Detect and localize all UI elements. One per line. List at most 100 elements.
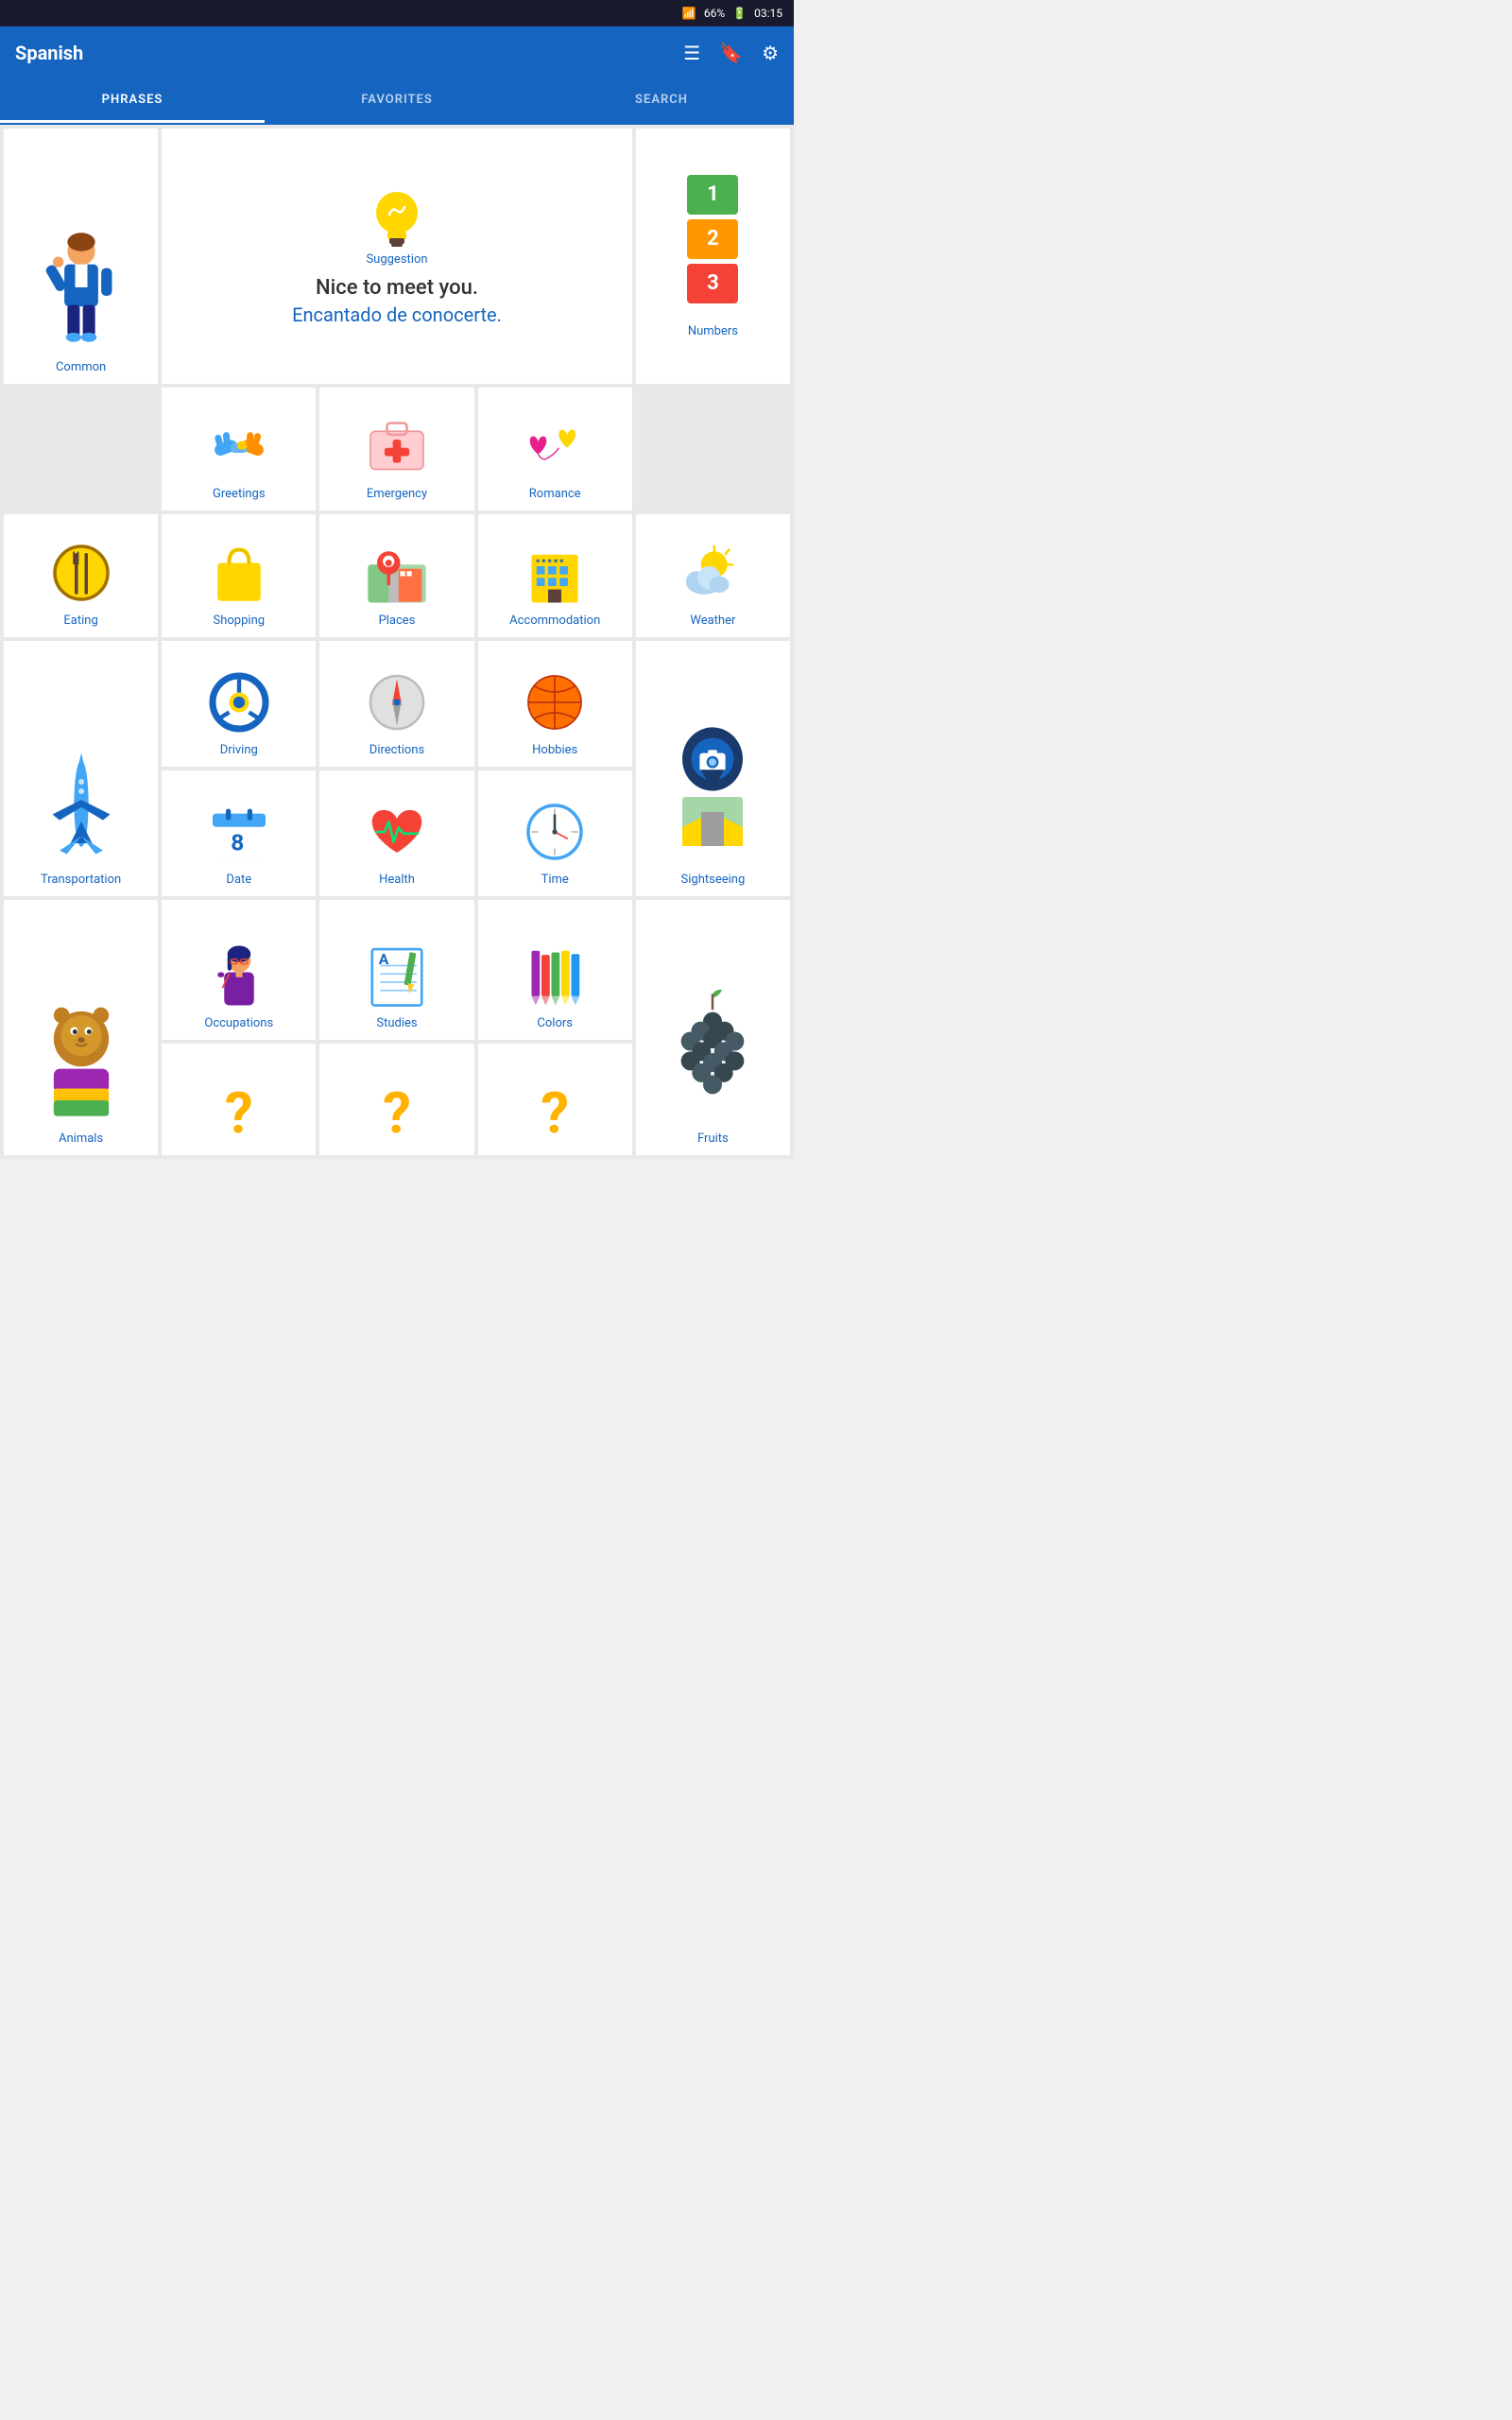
battery-level: 66% <box>704 7 725 20</box>
greetings-label: Greetings <box>213 487 266 501</box>
svg-text:★★★★★: ★★★★★ <box>535 558 564 565</box>
card-hobbies[interactable]: Hobbies <box>478 641 632 767</box>
common-label: Common <box>56 360 106 374</box>
card-colors[interactable]: Colors <box>478 900 632 1040</box>
tab-search[interactable]: SEARCH <box>529 79 794 123</box>
card-fruits[interactable]: Fruits <box>636 900 790 1155</box>
weather-label: Weather <box>690 614 735 628</box>
tab-phrases[interactable]: PHRASES <box>0 79 265 123</box>
colors-label: Colors <box>537 1016 573 1030</box>
card-sightseeing[interactable]: Sightseeing <box>636 641 790 896</box>
date-label: Date <box>226 873 251 887</box>
tab-favorites[interactable]: FAVORITES <box>265 79 529 123</box>
numbers-stack: 1 2 3 <box>687 175 738 303</box>
woman-icon <box>206 942 272 1009</box>
pencils-icon <box>522 942 588 1009</box>
directions-label: Directions <box>369 743 424 757</box>
number-3-box: 3 <box>687 264 738 303</box>
card-weather[interactable]: Weather <box>636 514 790 637</box>
sightseeing-label: Sightseeing <box>681 873 746 887</box>
app-header: Spanish ☰ 🔖 ⚙ <box>0 26 794 79</box>
steering-wheel-icon <box>206 669 272 735</box>
occupations-label: Occupations <box>204 1016 273 1030</box>
app-title: Spanish <box>15 42 83 64</box>
lion-icon <box>34 982 129 1124</box>
card-shopping[interactable]: Shopping <box>162 514 316 637</box>
compass-icon <box>364 669 430 735</box>
animals-label: Animals <box>59 1132 103 1146</box>
sun-cloud-icon <box>679 540 746 606</box>
suggestion-category-label: Suggestion <box>366 252 427 267</box>
romance-label: Romance <box>529 487 581 501</box>
shopping-label: Shopping <box>214 614 266 628</box>
question-mark-2: ? <box>383 1085 411 1142</box>
eating-label: Eating <box>63 614 97 628</box>
card-driving[interactable]: Driving <box>162 641 316 767</box>
driving-label: Driving <box>220 743 258 757</box>
card-health[interactable]: Health <box>319 770 473 896</box>
camera-pin-icon <box>670 714 755 865</box>
card-directions[interactable]: Directions <box>319 641 473 767</box>
places-label: Places <box>379 614 416 628</box>
card-eating[interactable]: Eating <box>4 514 158 637</box>
hobbies-label: Hobbies <box>532 743 577 757</box>
card-greetings[interactable]: Greetings <box>162 388 316 510</box>
battery-icon: 🔋 <box>732 7 747 20</box>
question-mark-3: ? <box>541 1085 569 1142</box>
hotel-icon: ★★★★★ <box>522 540 588 606</box>
card-romance[interactable]: Romance <box>478 388 632 510</box>
clock: 03:15 <box>754 7 782 20</box>
card-numbers[interactable]: 1 2 3 Numbers <box>636 129 790 384</box>
card-unknown-3[interactable]: ? <box>478 1044 632 1155</box>
health-label: Health <box>379 873 415 887</box>
plane-icon <box>39 742 124 865</box>
time-label: Time <box>541 873 569 887</box>
card-suggestion[interactable]: Suggestion Nice to meet you. Encantado d… <box>162 129 632 384</box>
bookmark-icon[interactable]: 🔖 <box>719 42 743 64</box>
person-icon <box>39 230 124 353</box>
emergency-label: Emergency <box>367 487 427 501</box>
card-transportation[interactable]: Transportation <box>4 641 158 896</box>
numbers-label: Numbers <box>688 324 738 338</box>
basketball-icon <box>522 669 588 735</box>
heart-pulse-icon <box>364 799 430 865</box>
card-emergency[interactable]: Emergency <box>319 388 473 510</box>
card-time[interactable]: Time <box>478 770 632 896</box>
suggestion-english: Nice to meet you. <box>316 276 478 300</box>
status-bar: 📶 66% 🔋 03:15 <box>0 0 794 26</box>
number-2-box: 2 <box>687 219 738 259</box>
shopping-bag-icon <box>206 540 272 606</box>
medical-kit-icon <box>364 413 430 479</box>
map-pin-icon <box>364 540 430 606</box>
suggestion-spanish: Encantado de conocerte. <box>292 303 502 326</box>
calendar-icon: 8 <box>206 799 272 865</box>
card-date[interactable]: 8 Date <box>162 770 316 896</box>
card-unknown-1[interactable]: ? <box>162 1044 316 1155</box>
number-1-box: 1 <box>687 175 738 215</box>
fruits-label: Fruits <box>697 1132 729 1146</box>
transportation-label: Transportation <box>41 873 121 887</box>
header-icons: ☰ 🔖 ⚙ <box>683 42 779 64</box>
grapes-icon <box>670 982 755 1124</box>
card-animals[interactable]: Animals <box>4 900 158 1155</box>
settings-icon[interactable]: ⚙ <box>762 42 779 64</box>
question-mark-1: ? <box>225 1085 253 1142</box>
tab-bar: PHRASES FAVORITES SEARCH <box>0 79 794 125</box>
card-occupations[interactable]: Occupations <box>162 900 316 1040</box>
fork-knife-icon <box>48 540 114 606</box>
hearts-icon <box>522 413 588 479</box>
category-grid: Common Suggestion Nice to meet you. Enca… <box>0 125 794 1159</box>
card-accommodation[interactable]: ★★★★★ Accommodation <box>478 514 632 637</box>
svg-text:A: A <box>379 950 389 968</box>
card-common[interactable]: Common <box>4 129 158 384</box>
notebook-icon: A <box>364 942 430 1009</box>
svg-text:8: 8 <box>231 828 244 856</box>
accommodation-label: Accommodation <box>509 614 600 628</box>
handshake-icon <box>206 413 272 479</box>
clock-icon <box>522 799 588 865</box>
card-studies[interactable]: A Studies <box>319 900 473 1040</box>
list-icon[interactable]: ☰ <box>683 42 700 64</box>
card-places[interactable]: Places <box>319 514 473 637</box>
studies-label: Studies <box>376 1016 417 1030</box>
card-unknown-2[interactable]: ? <box>319 1044 473 1155</box>
